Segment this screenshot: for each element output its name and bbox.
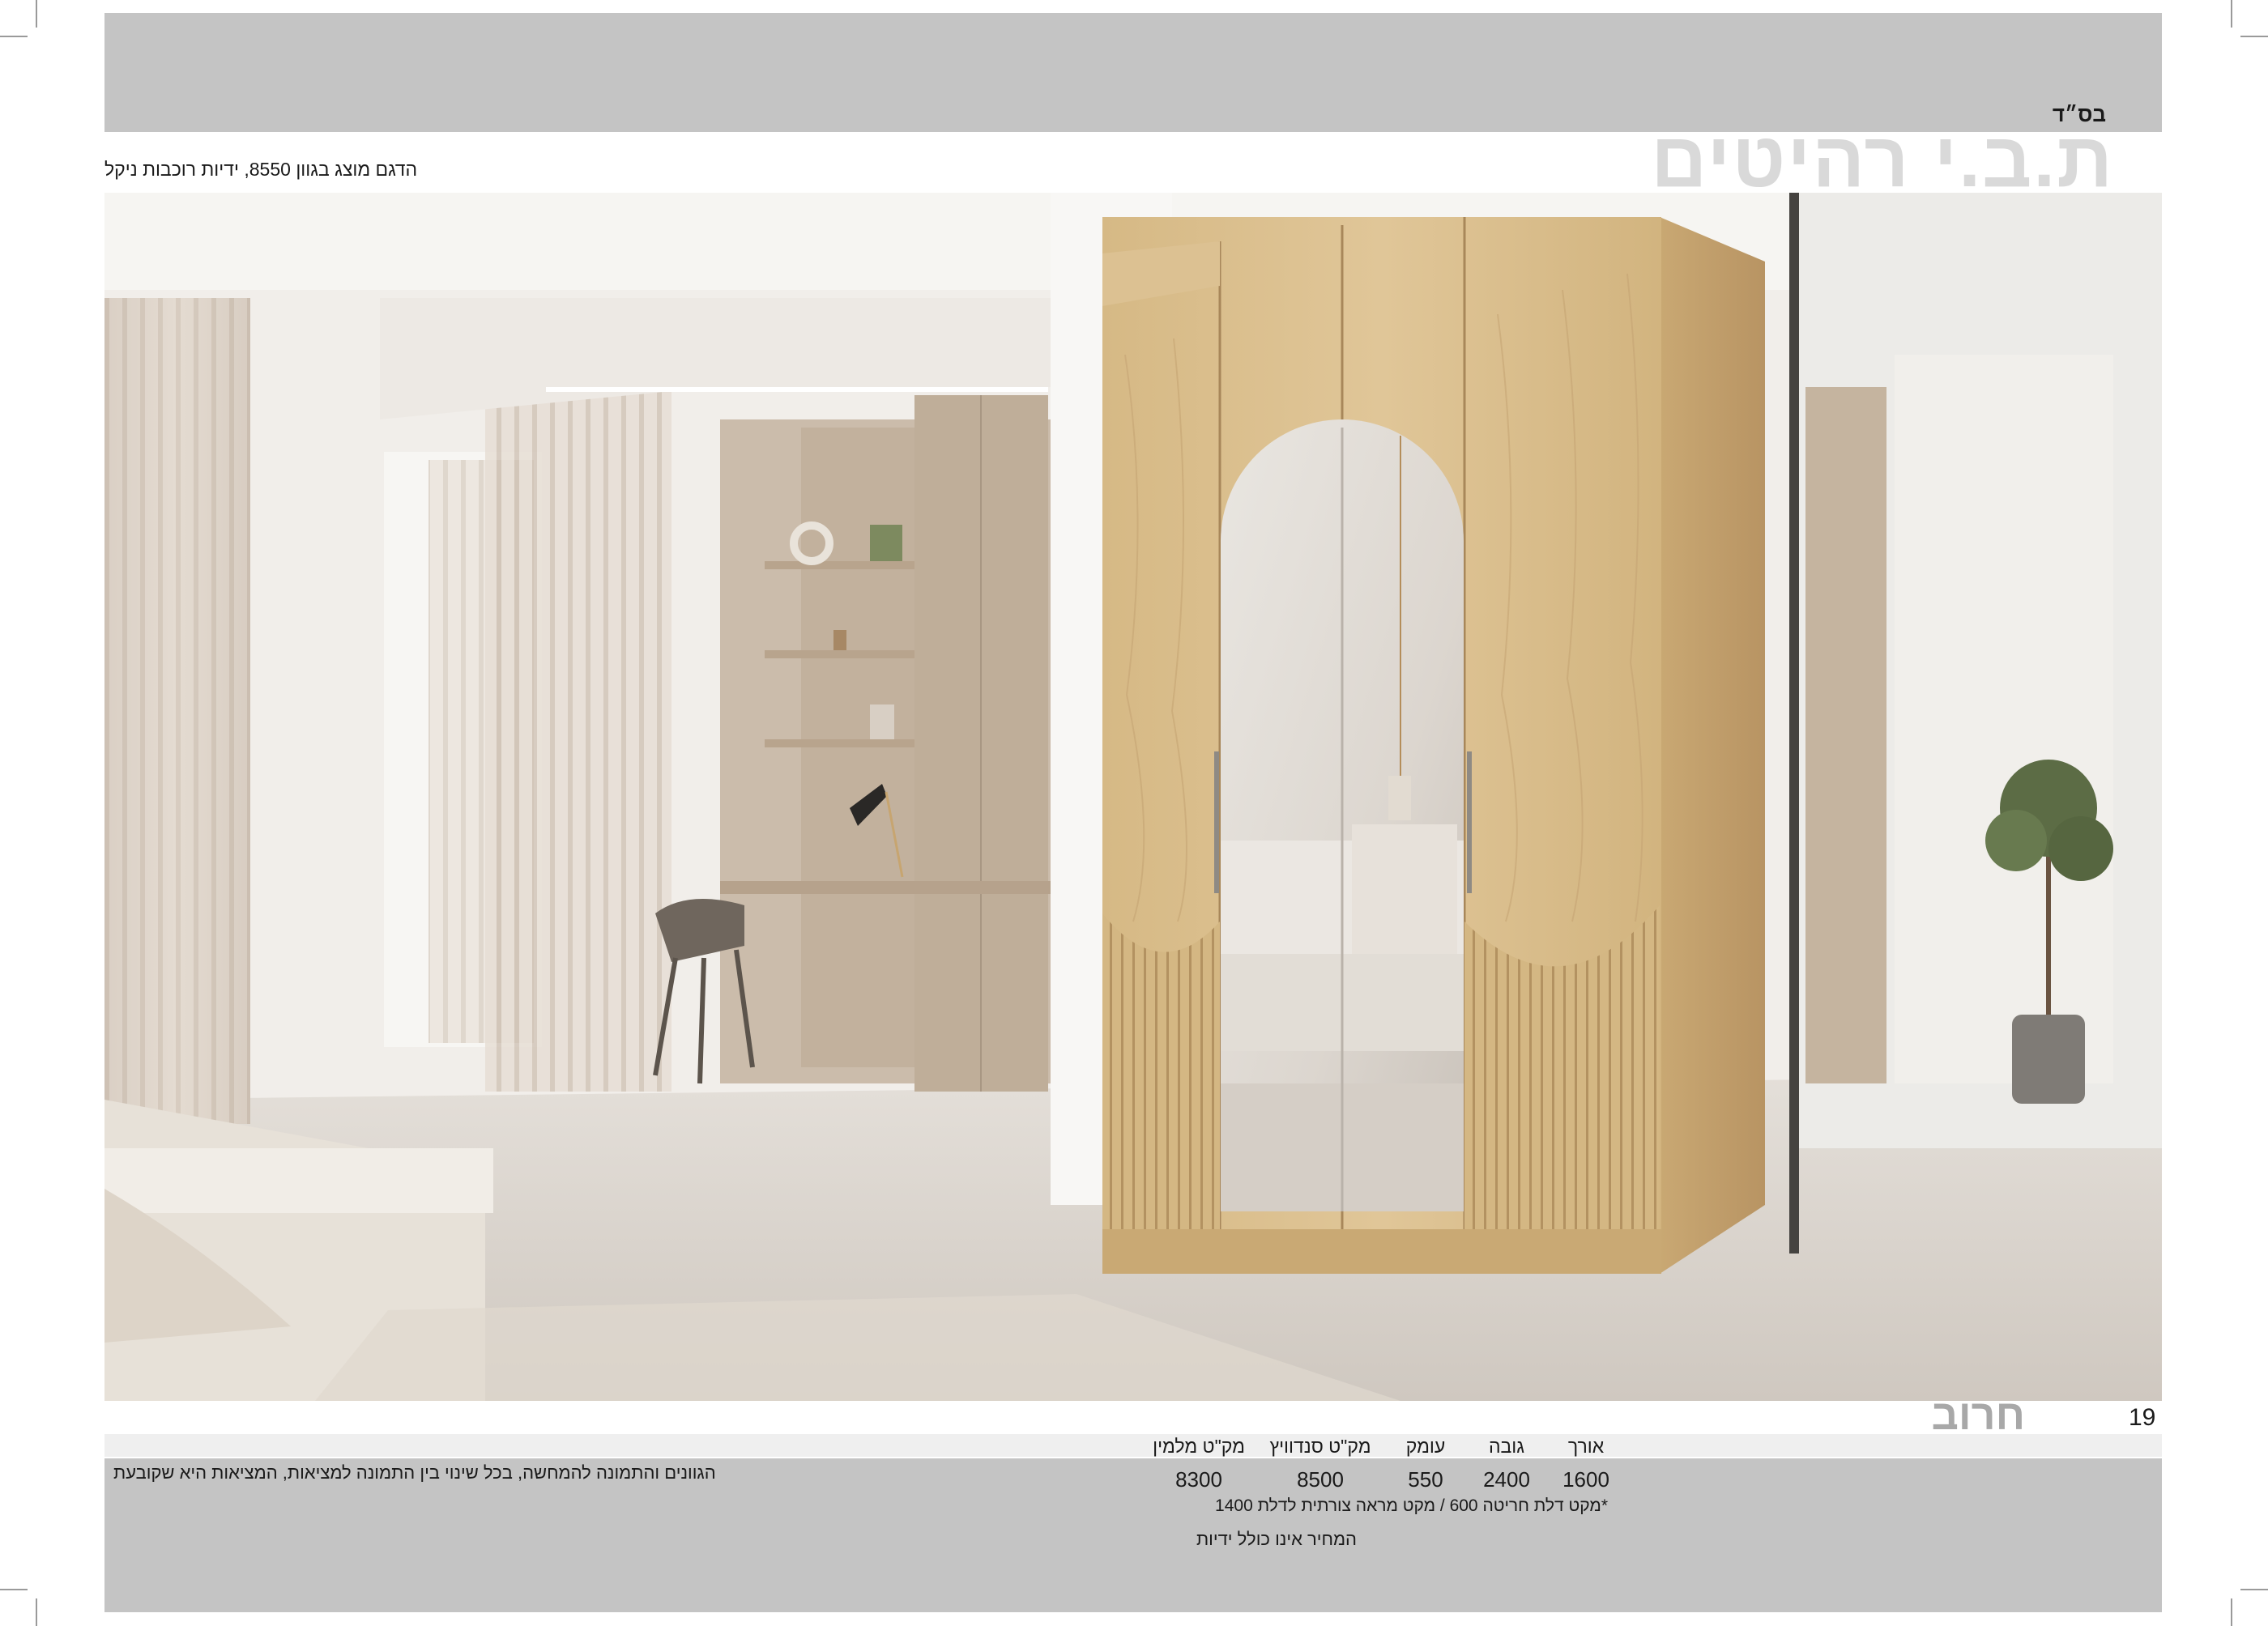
crop-mark [0, 36, 28, 37]
spec-value: 8300 [1175, 1467, 1222, 1492]
model-note: הדגם מוצג בגוון 8550, ידיות רוכבות ניקל [104, 159, 418, 180]
product-name: חרוב [1931, 1392, 2025, 1439]
spec-value: 550 [1408, 1467, 1443, 1492]
spec-value: 2400 [1483, 1467, 1530, 1492]
spec-label: מק"ט מלמין [1153, 1436, 1245, 1457]
crop-mark [0, 1589, 28, 1590]
price-note: המחיר אינו כולל ידיות [1196, 1529, 1357, 1549]
spec-label: גובה [1488, 1436, 1525, 1457]
spec-value: 8500 [1297, 1467, 1344, 1492]
spec-header-band [104, 1434, 2162, 1457]
spec-col-length: אורך 1600 [1555, 1432, 1617, 1496]
crop-mark [2240, 36, 2268, 37]
spec-col-depth: עומק 550 [1393, 1432, 1458, 1496]
spec-col-melamine-sku: מק"ט מלמין 8300 [1142, 1432, 1256, 1496]
spec-col-height: גובה 2400 [1474, 1432, 1539, 1496]
brand-title: ת.ב.י רהיטים [1651, 117, 2114, 203]
crop-mark [2231, 1598, 2232, 1626]
page-number: 19 [2129, 1404, 2156, 1431]
spec-value: 1600 [1562, 1467, 1609, 1492]
crop-mark [2240, 1589, 2268, 1590]
crop-mark [2231, 0, 2232, 28]
door-sku-note: *מקט דלת חריטה 600 / מקט מראה צורתית לדל… [1215, 1496, 1608, 1515]
product-photo [104, 193, 2162, 1401]
disclaimer-text: הגוונים והתמונה להמחשה, בכל שינוי בין הת… [113, 1462, 716, 1483]
crop-mark [36, 1598, 37, 1626]
spec-label: אורך [1567, 1436, 1605, 1457]
spec-label: עומק [1405, 1436, 1446, 1457]
crop-mark [36, 0, 37, 28]
spec-col-sandwich-sku: מק"ט סנדוויץ 8500 [1264, 1432, 1377, 1496]
top-gray-band [104, 13, 2162, 132]
spec-label: מק"ט סנדוויץ [1269, 1436, 1371, 1457]
